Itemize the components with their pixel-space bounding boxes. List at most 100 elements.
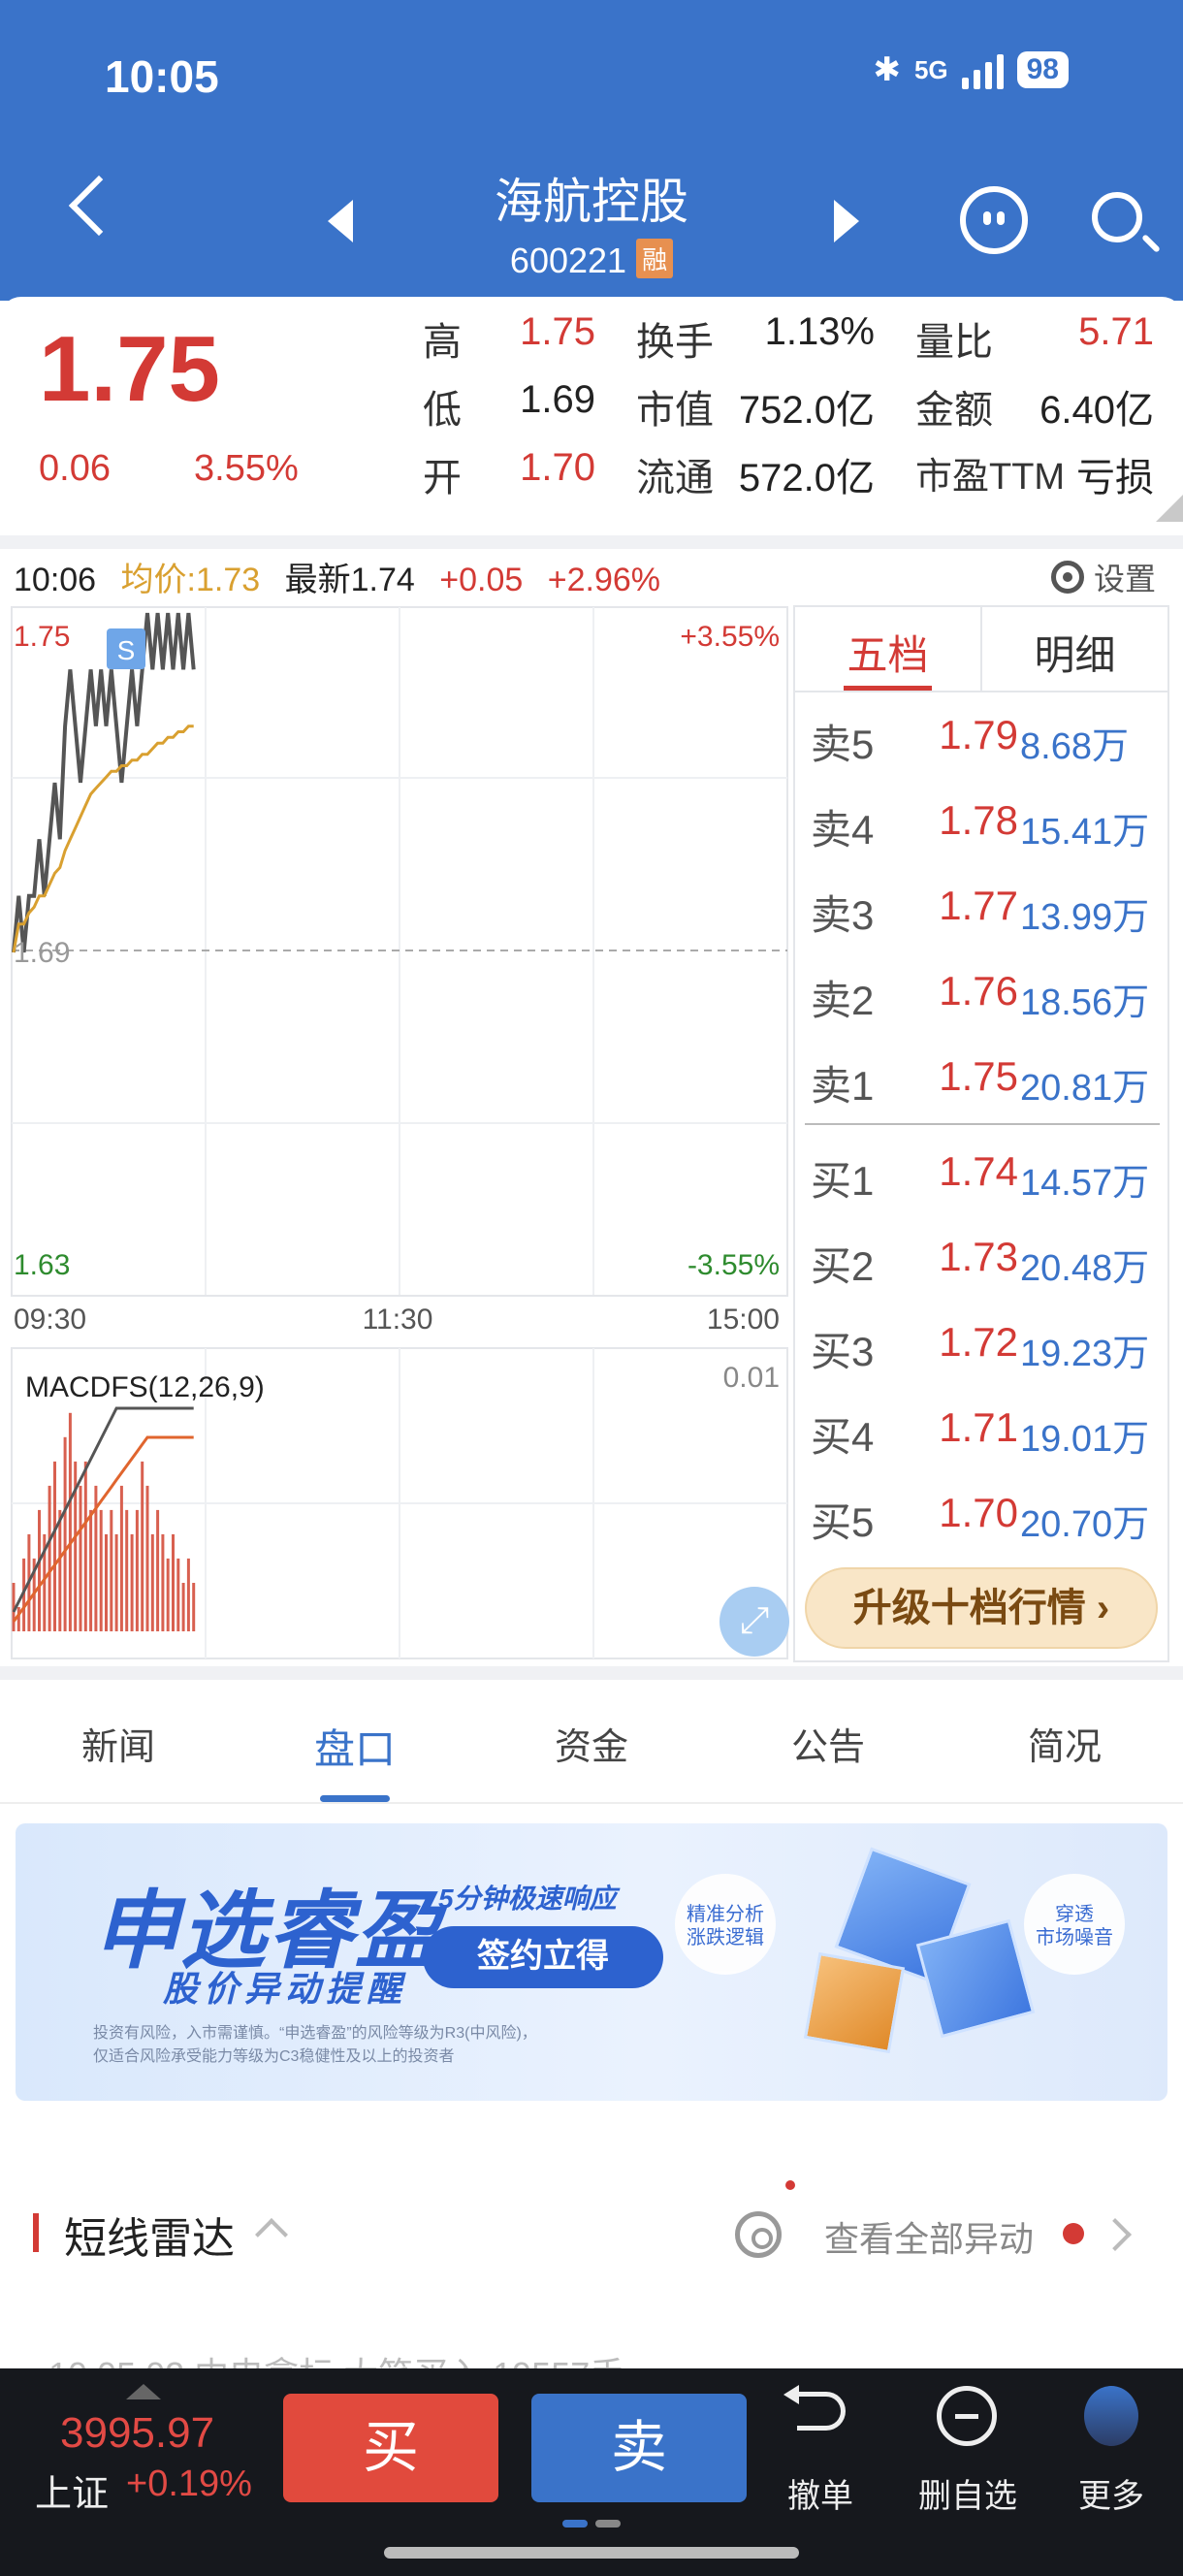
quote-value-open: 1.70 <box>520 446 595 489</box>
network-type: 5G <box>913 54 948 84</box>
fullscreen-icon[interactable]: ⤢ <box>719 1587 789 1657</box>
tab-funds[interactable]: 资金 <box>473 1688 710 1802</box>
tab-five-levels[interactable]: 五档 <box>795 607 980 691</box>
quote-label-volume-ratio: 量比 <box>915 321 993 364</box>
bluetooth-icon: ✱ <box>873 51 901 88</box>
macd-bar <box>53 1461 56 1631</box>
ask-volume: 13.99万 <box>1020 897 1150 938</box>
ask-volume: 18.56万 <box>1020 982 1150 1023</box>
collapse-icon[interactable] <box>255 2218 288 2251</box>
bid-row: 买1 1.74 14.57万 <box>795 1131 1169 1216</box>
ask-volume: 15.41万 <box>1020 812 1150 853</box>
bid-price: 1.74 <box>939 1148 1018 1194</box>
more-button[interactable]: 更多 <box>1043 2469 1179 2517</box>
cancel-order-button[interactable]: 撤单 <box>752 2469 888 2517</box>
macd-title: MACDFS(12,26,9) <box>25 1371 265 1403</box>
ask-volume: 20.81万 <box>1020 1068 1150 1109</box>
intraday-chart[interactable]: 1.75 1.69 1.63 +3.55% -3.55% 09:30 11:30… <box>0 605 791 1662</box>
tab-profile[interactable]: 简况 <box>946 1688 1183 1802</box>
next-stock-icon[interactable] <box>834 200 859 242</box>
macd-top-value: 0.01 <box>723 1362 780 1394</box>
macd-bar <box>58 1509 62 1631</box>
ask-label: 卖1 <box>811 1063 875 1109</box>
macd-bar <box>114 1533 118 1631</box>
macd-bar <box>79 1485 82 1631</box>
chart-settings-button[interactable]: 设置 <box>1050 555 1156 599</box>
macd-bar <box>141 1461 144 1631</box>
view-all-alerts-link[interactable]: 查看全部异动 <box>824 2211 1034 2262</box>
divider <box>0 535 1183 549</box>
quote-label-amount: 金额 <box>915 389 993 432</box>
bid-volume: 20.48万 <box>1020 1248 1150 1289</box>
ask-volume: 8.68万 <box>1020 726 1129 767</box>
promo-banner[interactable]: 申选睿盈 股价异动提醒 5分钟极速响应 签约立得 投资有风险，入市需谨慎。“申选… <box>16 1823 1167 2101</box>
macd-bar <box>63 1436 67 1631</box>
tab-announcements[interactable]: 公告 <box>710 1688 946 1802</box>
buy-button[interactable]: 买 <box>283 2394 498 2502</box>
quote-value-turnover: 1.13% <box>764 310 875 353</box>
macd-bar <box>105 1533 108 1631</box>
gear-icon <box>1050 561 1084 594</box>
divider <box>0 1666 1183 1680</box>
battery-level: 98 <box>1016 51 1069 88</box>
tab-order-flow[interactable]: 盘口 <box>237 1688 473 1802</box>
bid-row: 买5 1.70 20.70万 <box>795 1472 1169 1558</box>
banner-bubble-noise: 穿透 市场噪音 <box>1024 1874 1125 1975</box>
ask-price: 1.79 <box>939 712 1018 757</box>
ask-row: 卖4 1.78 15.41万 <box>795 780 1169 865</box>
macd-bar <box>130 1533 134 1631</box>
macd-bar <box>176 1558 180 1631</box>
quote-label-turnover: 换手 <box>636 321 714 364</box>
tab-details[interactable]: 明细 <box>980 607 1167 691</box>
bid-volume: 19.23万 <box>1020 1334 1150 1374</box>
index-value[interactable]: 3995.97 <box>60 2409 214 2458</box>
chart-change: +0.05 <box>439 562 524 598</box>
ask-row: 卖1 1.75 20.81万 <box>795 1036 1169 1121</box>
quote-label-float-cap: 流通 <box>636 457 714 499</box>
x-tick-open: 09:30 <box>14 1304 86 1336</box>
chevron-right-icon[interactable] <box>1099 2218 1132 2251</box>
upgrade-ten-levels-button[interactable]: 升级十档行情 › <box>805 1567 1158 1649</box>
sell-button[interactable]: 卖 <box>531 2394 747 2502</box>
undo-icon[interactable] <box>783 2385 846 2431</box>
macd-bar <box>68 1412 72 1631</box>
y-label-mid: 1.69 <box>14 937 70 969</box>
index-expand-icon[interactable] <box>126 2384 161 2399</box>
banner-bubble-analysis: 精准分析 涨跌逻辑 <box>675 1874 776 1975</box>
chart-time: 10:06 <box>14 562 97 598</box>
status-icons: ✱ 5G 98 <box>873 50 1069 89</box>
macd-bar <box>186 1558 190 1631</box>
quote-label-high: 高 <box>423 321 462 364</box>
macd-bar <box>99 1509 103 1631</box>
unread-dot <box>1063 2223 1084 2244</box>
page-indicator <box>595 2520 621 2528</box>
macd-bar <box>110 1509 113 1631</box>
home-indicator <box>384 2547 799 2559</box>
bid-row: 买3 1.72 19.23万 <box>795 1302 1169 1387</box>
radar-settings-icon[interactable] <box>735 2211 782 2258</box>
remove-favorite-button[interactable]: 删自选 <box>900 2469 1036 2517</box>
search-icon[interactable] <box>1092 192 1142 242</box>
macd-bar <box>38 1509 41 1631</box>
ask-row: 卖5 1.79 8.68万 <box>795 694 1169 780</box>
macd-bar <box>181 1583 185 1631</box>
content-tabs: 新闻 盘口 资金 公告 简况 <box>0 1688 1183 1804</box>
chat-icon[interactable] <box>960 186 1028 254</box>
remove-favorite-icon[interactable] <box>937 2386 997 2446</box>
price-change-pct: 3.55% <box>194 448 299 489</box>
macd-bar <box>89 1509 93 1631</box>
bubble-text: 精准分析 <box>687 1904 764 1925</box>
banner-subtitle: 股价异动提醒 <box>163 1969 408 2009</box>
chart-latest: 最新1.74 <box>284 562 415 598</box>
y-label-low: 1.63 <box>14 1249 70 1281</box>
bubble-text: 涨跌逻辑 <box>687 1927 764 1948</box>
macd-bar <box>83 1461 87 1631</box>
more-icon[interactable] <box>1084 2386 1138 2446</box>
expand-quote-icon[interactable] <box>1156 495 1183 522</box>
bid-price: 1.70 <box>939 1490 1018 1535</box>
quote-label-open: 开 <box>423 457 462 499</box>
ask-row: 卖3 1.77 13.99万 <box>795 865 1169 950</box>
sell-marker[interactable]: S <box>107 628 145 669</box>
tab-news[interactable]: 新闻 <box>0 1688 237 1802</box>
banner-sign-button[interactable]: 签约立得 <box>423 1926 663 1988</box>
